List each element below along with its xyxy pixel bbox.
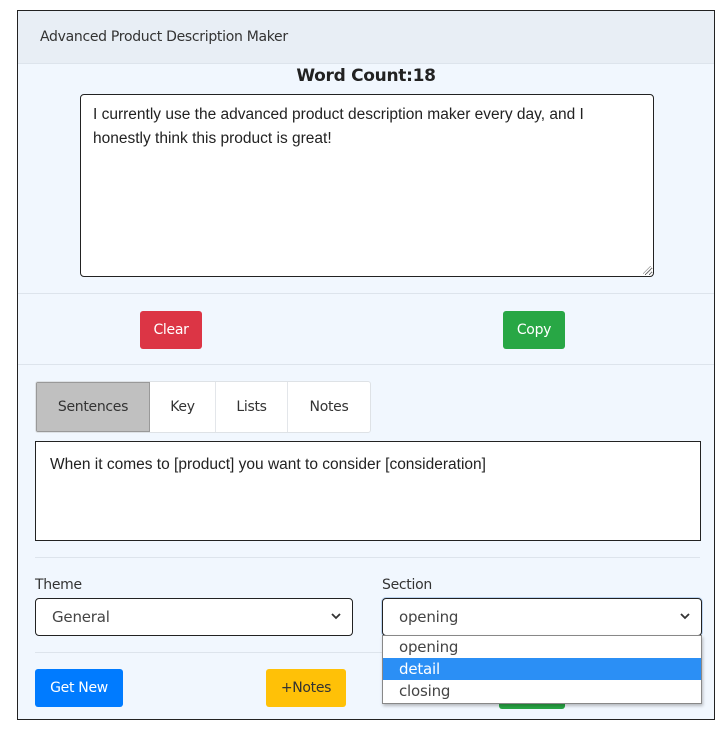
app-title: Advanced Product Description Maker: [40, 29, 288, 45]
section-selected-value: opening: [399, 608, 459, 626]
section-option-closing[interactable]: closing: [383, 680, 701, 702]
section-select[interactable]: opening: [382, 598, 702, 636]
section-label: Section: [382, 577, 432, 593]
chevron-down-icon: [331, 613, 341, 620]
divider: [18, 293, 714, 294]
theme-select[interactable]: General: [35, 598, 353, 636]
tab-bar: Sentences Key Lists Notes: [35, 381, 371, 433]
section-option-opening[interactable]: opening: [383, 636, 701, 658]
tab-key[interactable]: Key: [150, 382, 216, 432]
tab-notes[interactable]: Notes: [288, 382, 370, 432]
tab-lists[interactable]: Lists: [216, 382, 288, 432]
app-panel: Advanced Product Description Maker Word …: [17, 10, 715, 720]
add-notes-button[interactable]: +Notes: [266, 669, 346, 707]
chevron-down-icon: [680, 613, 690, 620]
theme-selected-value: General: [52, 608, 110, 626]
sentence-text: When it comes to [product] you want to c…: [50, 456, 486, 473]
description-textarea[interactable]: I currently use the advanced product des…: [80, 94, 654, 277]
description-text: I currently use the advanced product des…: [93, 106, 584, 147]
tab-sentences[interactable]: Sentences: [36, 382, 150, 432]
copy-button[interactable]: Copy: [503, 311, 565, 349]
section-dropdown-list: opening detail closing: [382, 635, 702, 704]
divider: [35, 557, 700, 558]
word-count: Word Count:18: [296, 66, 436, 86]
section-option-detail[interactable]: detail: [383, 658, 701, 680]
get-new-button[interactable]: Get New: [35, 669, 123, 707]
clear-button[interactable]: Clear: [140, 311, 202, 349]
sentence-template-box[interactable]: When it comes to [product] you want to c…: [35, 441, 701, 541]
resize-handle-icon[interactable]: [643, 266, 651, 274]
divider: [18, 364, 714, 365]
theme-label: Theme: [35, 577, 82, 593]
panel-header: Advanced Product Description Maker: [18, 11, 714, 64]
